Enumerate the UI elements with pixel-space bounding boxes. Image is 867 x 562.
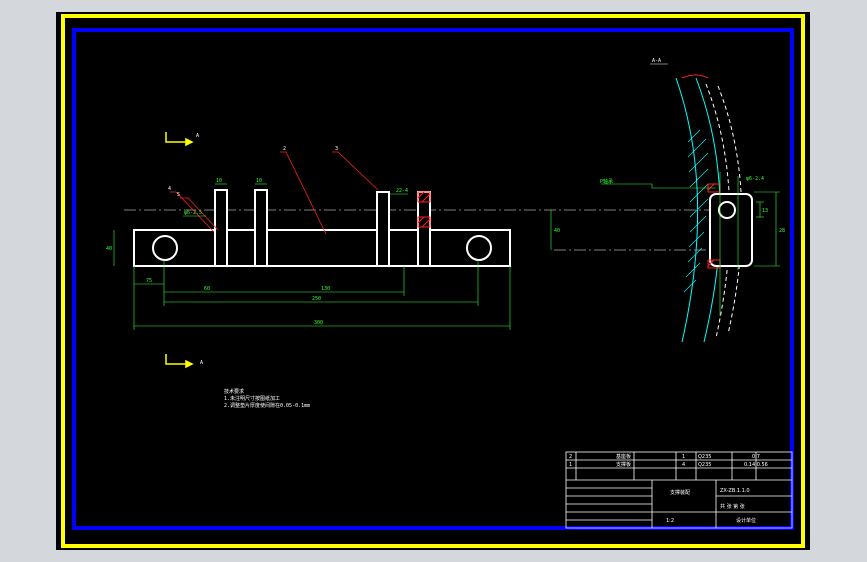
base-plate: [133, 229, 511, 267]
section-mark-top: [165, 132, 194, 147]
bom-row1-name: 基座板: [616, 453, 631, 460]
title-scale: 1:2: [666, 518, 674, 524]
dim-60: 60: [204, 286, 210, 292]
title-drawing-no: ZX-ZB.1.1.0: [720, 488, 750, 494]
title-part-name: 支撑装配: [670, 489, 690, 496]
bom-row2-qty: 4: [682, 462, 685, 468]
part-no-5: 5: [177, 192, 180, 198]
dim-chamfer: φ6-2.5: [184, 210, 202, 216]
bom-row1-qty: 1: [682, 454, 685, 460]
part-leaders: [170, 151, 379, 235]
tech-notes-line1: 1.未注明尺寸按图纸加工: [224, 395, 280, 402]
tech-notes-line2: 2.调整垫片厚度使间隙在0.05-0.1mm: [224, 402, 310, 409]
tech-notes-title: 技术要求: [224, 388, 244, 395]
bom-row1-no: 2: [569, 454, 572, 460]
part-no-4: 4: [168, 186, 171, 192]
bom-row1-weight: 0.7: [752, 454, 760, 460]
dim-rib1: 10: [216, 178, 222, 184]
dim-130: 130: [321, 286, 330, 292]
bom-row2-no: 1: [569, 462, 572, 468]
side-view-bearing-label: P轴承: [600, 178, 613, 185]
bom-row2-weight: 0.14 0.56: [744, 462, 768, 468]
dim-gap: 40: [554, 228, 560, 234]
dim-300: 300: [314, 320, 323, 326]
bom-row2-name: 支撑板: [616, 461, 631, 468]
side-view-bracket: [709, 193, 753, 267]
dim-height: 40: [106, 246, 112, 252]
bom-row1-material: Q235: [698, 454, 711, 460]
section-mark-bottom: [165, 354, 194, 369]
title-company: 设计单位: [736, 517, 756, 524]
dim-rib2: 10: [256, 178, 262, 184]
rib-plates: [214, 189, 431, 267]
cad-viewport[interactable]: A A 2 3 4 5 40 10 10 75 60 130 250 300 2…: [56, 12, 810, 550]
outer-frame: [61, 14, 805, 548]
part-no-3: 3: [335, 146, 338, 152]
side-view-dims: [601, 172, 780, 316]
part-no-2: 2: [283, 146, 286, 152]
section-mark-bottom-label: A: [200, 360, 203, 366]
section-mark-top-label: A: [196, 133, 199, 139]
drawing-canvas: A A 2 3 4 5 40 10 10 75 60 130 250 300 2…: [61, 14, 805, 548]
dim-right-a: φ6-2.4: [746, 176, 764, 182]
dim-right-c: 28: [779, 228, 785, 234]
bom-row2-material: Q235: [698, 462, 711, 468]
dim-start: 75: [146, 278, 152, 284]
dim-right-b: 13: [762, 208, 768, 214]
dim-250: 250: [312, 296, 321, 302]
dim-fit: 22-4: [396, 188, 408, 194]
title-sheet: 共 张 第 张: [720, 503, 745, 510]
side-view-hatch: [683, 129, 709, 293]
side-view-label: A-A: [652, 58, 661, 64]
